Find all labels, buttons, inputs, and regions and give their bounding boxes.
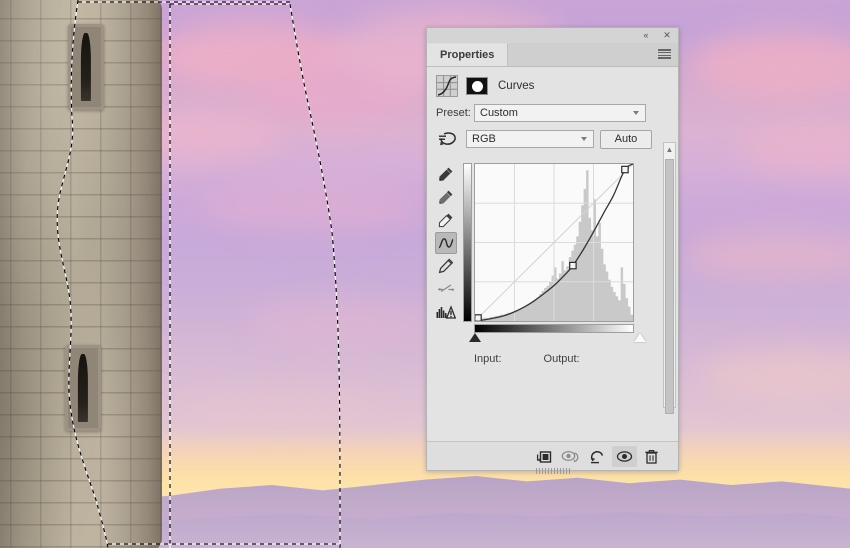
cloud-7: [200, 185, 420, 231]
view-previous-state-button[interactable]: [558, 446, 583, 467]
white-point-slider[interactable]: [634, 333, 646, 342]
chevron-down-icon: [581, 137, 587, 141]
curve-control-point-2: [621, 165, 629, 174]
white-point-eyedropper-icon[interactable]: [435, 209, 457, 231]
preset-value: Custom: [480, 107, 518, 119]
tower-window-upper: [68, 24, 104, 110]
scroll-up-icon[interactable]: ▲: [664, 143, 675, 155]
tower-window-lower: [65, 345, 101, 431]
panel-titlebar: « ✕: [427, 28, 678, 43]
window-slit-upper: [80, 33, 92, 101]
curves-adjustment-icon[interactable]: [436, 75, 458, 97]
preset-label: Preset:: [436, 107, 471, 119]
panel-scrollbar[interactable]: ▲ ▼: [663, 142, 676, 414]
adjustment-title: Curves: [498, 80, 535, 92]
pencil-draw-curve-icon[interactable]: [435, 255, 457, 277]
output-gradient-strip: [463, 163, 472, 322]
close-icon[interactable]: ✕: [661, 31, 673, 40]
delete-button[interactable]: [639, 446, 664, 467]
input-label: Input:: [474, 353, 502, 365]
panel-footer: [427, 441, 678, 474]
curves-plot: [475, 164, 633, 321]
channel-select[interactable]: RGB: [466, 130, 594, 148]
photoshop-canvas: [0, 0, 850, 548]
cloud-9: [250, 300, 430, 344]
window-slit-lower: [77, 354, 89, 422]
curves-endpoint-sliders: [429, 332, 678, 349]
gray-point-eyedropper-icon[interactable]: [435, 186, 457, 208]
targeted-adjustment-tool-icon[interactable]: [436, 129, 460, 149]
mask-dot: [471, 80, 483, 92]
scrollbar-thumb[interactable]: [665, 159, 674, 414]
clip-to-layer-button[interactable]: [531, 446, 556, 467]
tab-properties[interactable]: Properties: [427, 43, 509, 66]
channel-value: RGB: [472, 133, 496, 145]
curves-display-options-icon[interactable]: [435, 301, 457, 323]
channel-row: RGB Auto: [427, 129, 678, 149]
panel-resize-grip[interactable]: [535, 468, 570, 474]
preset-row: Preset: Custom: [427, 104, 678, 122]
adjustment-header: Curves: [427, 67, 678, 104]
scrollbar-track[interactable]: [664, 155, 675, 414]
panel-tab-bar: Properties: [427, 43, 678, 67]
auto-button[interactable]: Auto: [600, 129, 652, 149]
output-label: Output:: [543, 353, 580, 365]
curves-editor: [427, 155, 678, 333]
input-output-labels: Input: Output:: [427, 353, 678, 365]
reset-button[interactable]: [585, 446, 610, 467]
panel-content: Curves Preset: Custom RGB Auto Input: Ou…: [427, 67, 678, 441]
curves-graph[interactable]: [474, 163, 634, 322]
curve-control-point-1: [569, 261, 577, 270]
layer-mask-thumbnail[interactable]: [466, 77, 488, 95]
collapse-icon[interactable]: «: [640, 31, 652, 40]
panel-menu-icon[interactable]: [658, 49, 671, 59]
curves-graph-wrapper: [463, 163, 638, 333]
toggle-visibility-button[interactable]: [612, 445, 637, 467]
preset-select[interactable]: Custom: [474, 104, 646, 122]
cloud-11: [180, 390, 380, 430]
curve-point-tool-icon[interactable]: [435, 232, 457, 254]
curves-tool-column: [427, 163, 461, 333]
chevron-down-icon: [633, 111, 639, 115]
black-point-eyedropper-icon[interactable]: [435, 163, 457, 185]
smooth-curve-values-icon[interactable]: [435, 278, 457, 300]
properties-panel: « ✕ Properties Curves Preset: Custom RGB…: [426, 27, 679, 474]
black-point-slider[interactable]: [469, 333, 481, 342]
curve-control-point-0: [475, 314, 482, 321]
tab-bar-filler: [508, 44, 678, 66]
